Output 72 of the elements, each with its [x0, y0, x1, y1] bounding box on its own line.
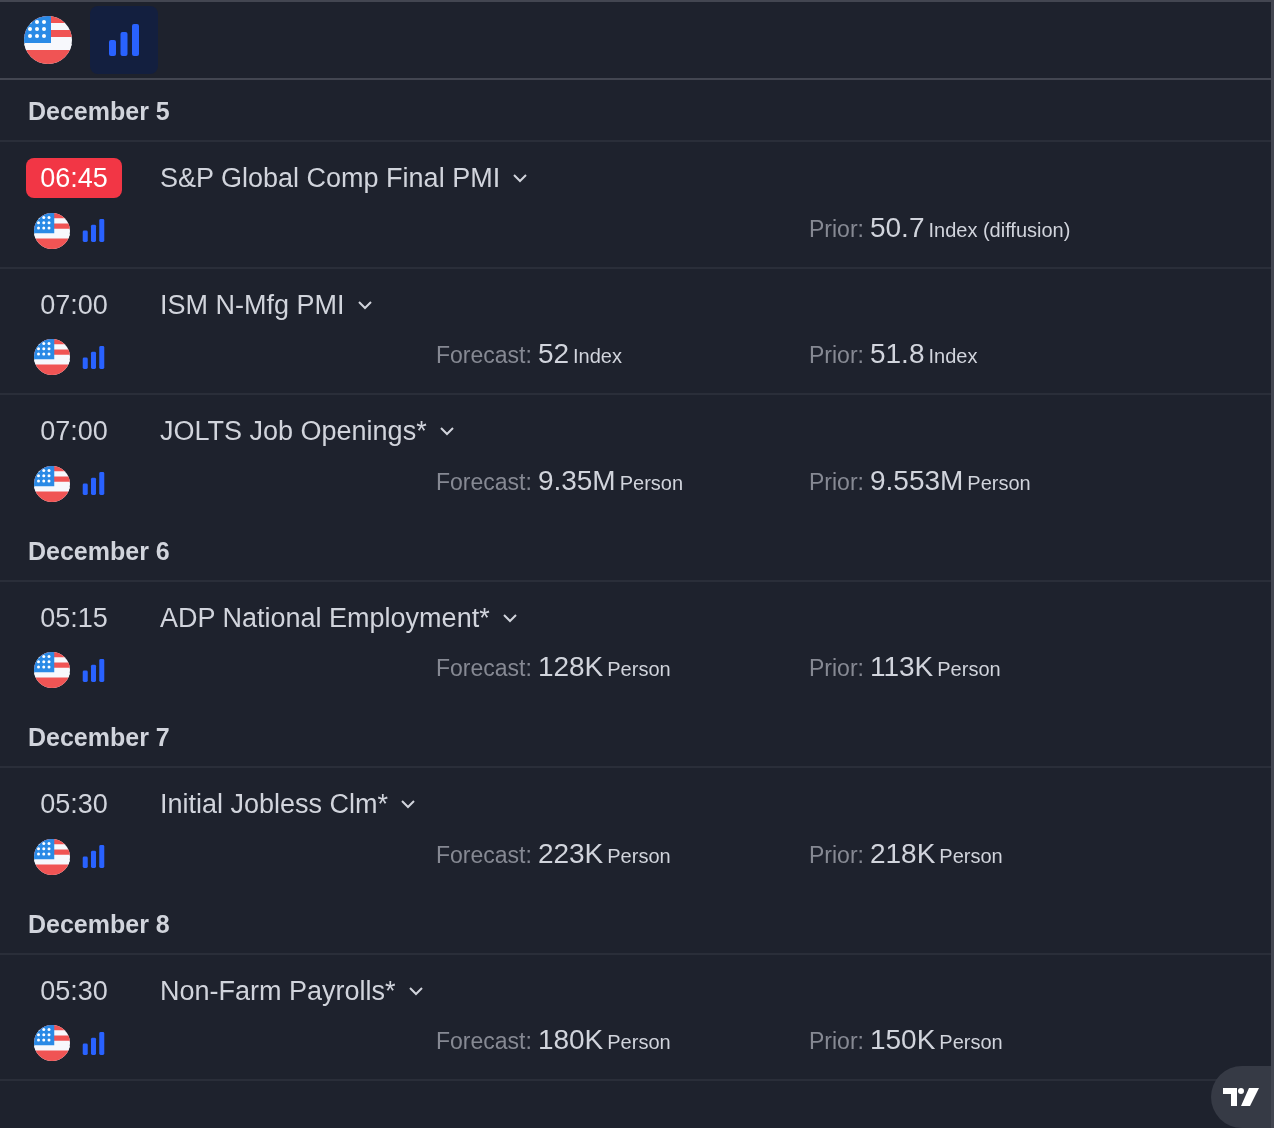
date-heading: December 6 — [0, 519, 1271, 582]
bar-chart-icon — [82, 1031, 105, 1055]
logo-icon — [1223, 1088, 1259, 1106]
prior-unit: Index — [928, 344, 978, 369]
chevron-down-icon — [501, 612, 518, 623]
flag-icon — [34, 465, 70, 502]
bar-chart-icon — [82, 845, 105, 868]
chevron-down-icon — [356, 299, 373, 310]
prior-label: Prior: — [809, 214, 864, 244]
event-time: 05:30 — [39, 974, 109, 1008]
event-time: 06:45 — [26, 158, 122, 199]
flag-icon — [34, 212, 70, 249]
prior-label: Prior: — [809, 467, 864, 497]
prior-value: 51.8 — [869, 337, 925, 371]
flag-icon — [34, 1025, 70, 1061]
date-heading: December 7 — [0, 706, 1271, 768]
date-heading: December 5 — [0, 80, 1271, 142]
prior-value: 150K — [869, 1023, 936, 1057]
chevron-down-icon — [438, 426, 455, 437]
forecast-value: 9.35M — [537, 463, 616, 498]
forecast-label: Forecast: — [436, 341, 532, 370]
prior-unit: Person — [939, 1030, 1003, 1055]
forecast-value: 52 — [537, 337, 570, 371]
forecast-label: Forecast: — [436, 840, 532, 870]
forecast-unit: Person — [607, 657, 671, 682]
prior-label: Prior: — [809, 654, 864, 683]
event-title[interactable]: JOLTS Job Openings* — [160, 411, 455, 452]
event-time: 07:00 — [39, 415, 109, 449]
event-time: 05:15 — [39, 601, 109, 635]
chevron-down-icon — [512, 173, 529, 184]
flag-icon — [24, 16, 72, 64]
forecast-unit: Index — [573, 344, 622, 369]
prior-value: 9.553M — [869, 463, 964, 498]
prior-unit: Person — [939, 843, 1003, 869]
forecast-label: Forecast: — [436, 467, 532, 497]
prior-value: 218K — [869, 836, 936, 871]
prior-label: Prior: — [809, 840, 864, 870]
flag-icon — [34, 339, 70, 375]
prior-unit: Person — [967, 470, 1031, 496]
forecast-label: Forecast: — [436, 654, 532, 683]
prior-value: 113K — [869, 650, 934, 684]
flag-icon — [34, 652, 70, 688]
prior-value: 50.7 — [869, 210, 925, 245]
event-title[interactable]: ADP National Employment* — [160, 597, 518, 638]
prior-label: Prior: — [809, 1027, 864, 1056]
bar-chart-icon — [82, 219, 105, 242]
importance-filter-button[interactable] — [90, 6, 158, 74]
forecast-unit: Person — [619, 470, 684, 496]
bar-chart-icon — [107, 24, 141, 56]
bar-chart-icon — [82, 658, 105, 682]
event-title[interactable]: Initial Jobless Clm* — [160, 784, 417, 825]
forecast-label: Forecast: — [436, 1027, 532, 1056]
prior-unit: Index (diffusion) — [928, 217, 1071, 243]
event-title[interactable]: S&P Global Comp Final PMI — [160, 158, 529, 199]
forecast-value: 223K — [537, 836, 604, 871]
chevron-down-icon — [400, 799, 417, 810]
prior-unit: Person — [937, 657, 1001, 682]
event-title[interactable]: ISM N-Mfg PMI — [160, 284, 373, 325]
bar-chart-icon — [82, 472, 105, 495]
date-heading: December 8 — [0, 892, 1271, 955]
forecast-value: 180K — [537, 1023, 604, 1057]
bar-chart-icon — [82, 345, 105, 369]
forecast-unit: Person — [607, 1030, 671, 1055]
event-time: 05:30 — [39, 788, 109, 822]
forecast-unit: Person — [607, 843, 671, 869]
chevron-down-icon — [407, 985, 424, 996]
flag-icon — [34, 838, 70, 875]
event-title[interactable]: Non-Farm Payrolls* — [160, 970, 424, 1011]
logo-badge[interactable] — [1211, 1066, 1271, 1128]
forecast-value: 128K — [537, 650, 604, 684]
event-time: 07:00 — [39, 288, 109, 322]
prior-label: Prior: — [809, 341, 864, 370]
